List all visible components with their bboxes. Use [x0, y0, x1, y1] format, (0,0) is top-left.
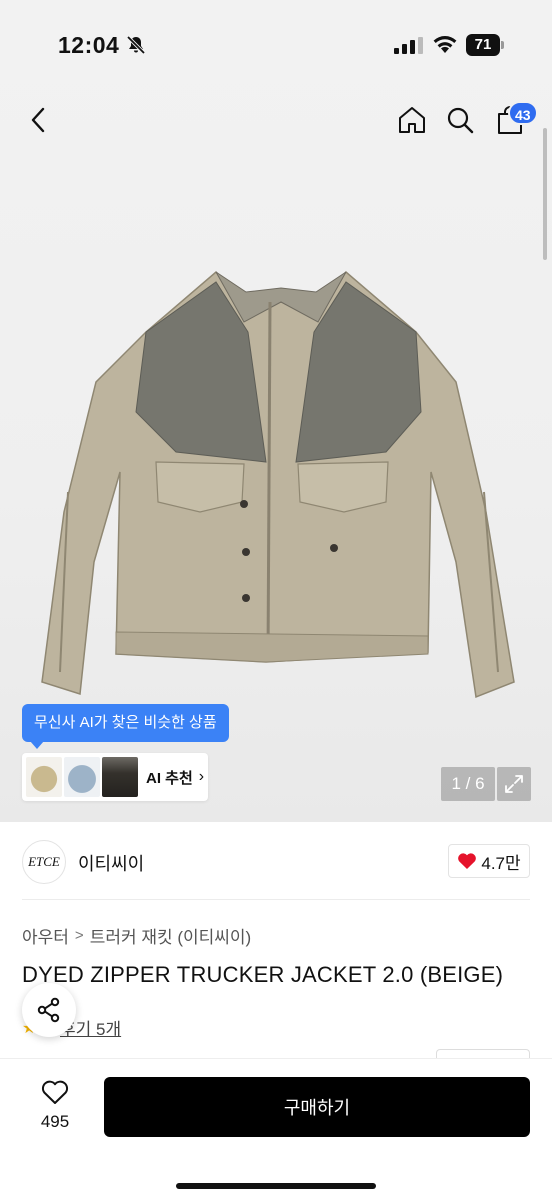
bottom-action-bar: 495 구매하기	[0, 1058, 552, 1200]
brand-like-count: 4.7만	[481, 853, 521, 873]
signal-icon	[394, 37, 423, 54]
cart-count-badge: 43	[508, 101, 538, 125]
wishlist-count: 495	[40, 1112, 70, 1131]
similar-product-thumb	[26, 757, 62, 797]
breadcrumb: 아우터 > 트러커 재킷 (이티씨이)	[22, 923, 251, 948]
battery-level: 71	[474, 36, 492, 53]
buy-button[interactable]: 구매하기	[104, 1077, 530, 1137]
brand-name[interactable]: 이티씨이	[78, 850, 144, 876]
brand-row[interactable]: ETCE 이티씨이 4.7만	[0, 822, 552, 900]
status-time: 12:04	[58, 32, 120, 58]
ai-recommend-label: AI 추천	[146, 769, 193, 787]
image-counter: 1 / 6	[441, 767, 495, 801]
similar-product-thumb	[64, 757, 100, 797]
scrollbar[interactable]	[543, 128, 547, 260]
product-photo-jacket	[41, 270, 515, 699]
home-button[interactable]	[392, 100, 432, 140]
ai-similar-tooltip: 무신사 AI가 찾은 비슷한 상품	[22, 704, 229, 749]
back-button[interactable]	[18, 100, 58, 140]
search-icon	[447, 107, 474, 134]
search-button[interactable]	[440, 100, 480, 140]
bell-off-icon	[126, 35, 146, 55]
ai-recommend-button[interactable]: AI 추천 ›	[22, 753, 208, 801]
chevron-right-icon: >	[74, 927, 84, 944]
breadcrumb-item[interactable]: 아우터	[22, 923, 69, 948]
product-title: DYED ZIPPER TRUCKER JACKET 2.0 (BEIGE)	[22, 962, 504, 987]
status-bar: 12:04 71	[0, 0, 552, 90]
breadcrumb-item[interactable]: 트러커 재킷 (이티씨이)	[90, 923, 252, 948]
wishlist-button[interactable]: 495	[26, 1079, 84, 1132]
heart-icon	[458, 853, 477, 869]
share-icon	[37, 997, 60, 1023]
chevron-left-icon	[31, 107, 45, 133]
home-icon	[399, 107, 425, 133]
wifi-icon	[433, 36, 457, 53]
divider	[22, 899, 530, 900]
brand-like-button[interactable]: 4.7만	[448, 844, 530, 878]
expand-icon	[505, 775, 523, 793]
brand-logo[interactable]: ETCE	[22, 840, 66, 884]
similar-product-thumb	[102, 757, 138, 797]
chevron-right-icon: ›	[198, 768, 205, 785]
share-button[interactable]	[22, 983, 76, 1037]
expand-button[interactable]	[497, 767, 531, 801]
home-indicator	[176, 1183, 376, 1189]
battery-icon: 71	[466, 34, 506, 56]
product-image-gallery[interactable]: 12:04 71 43 무신사 AI가 찾은 비슷한 상품 AI 추천 › 1 …	[0, 0, 552, 822]
heart-outline-icon	[41, 1080, 69, 1104]
